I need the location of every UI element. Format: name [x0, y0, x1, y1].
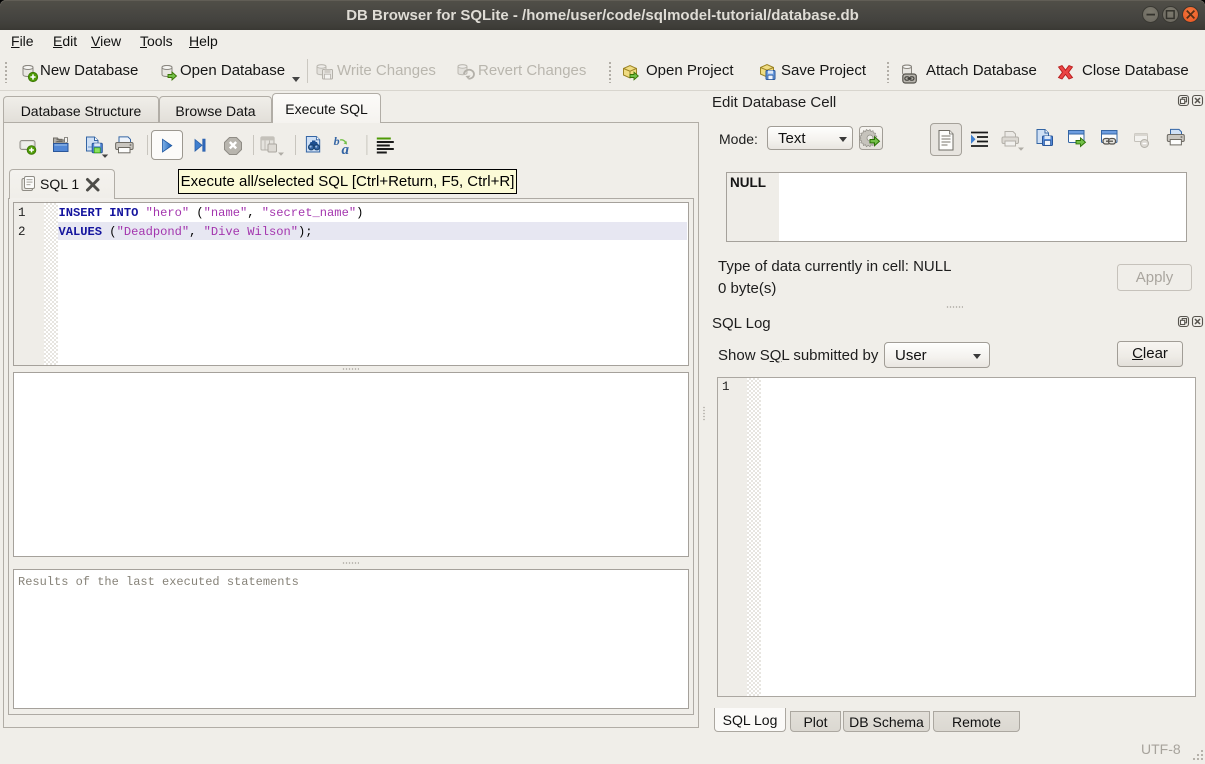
svg-text:a: a	[342, 142, 350, 158]
svg-text:b: b	[334, 134, 340, 148]
